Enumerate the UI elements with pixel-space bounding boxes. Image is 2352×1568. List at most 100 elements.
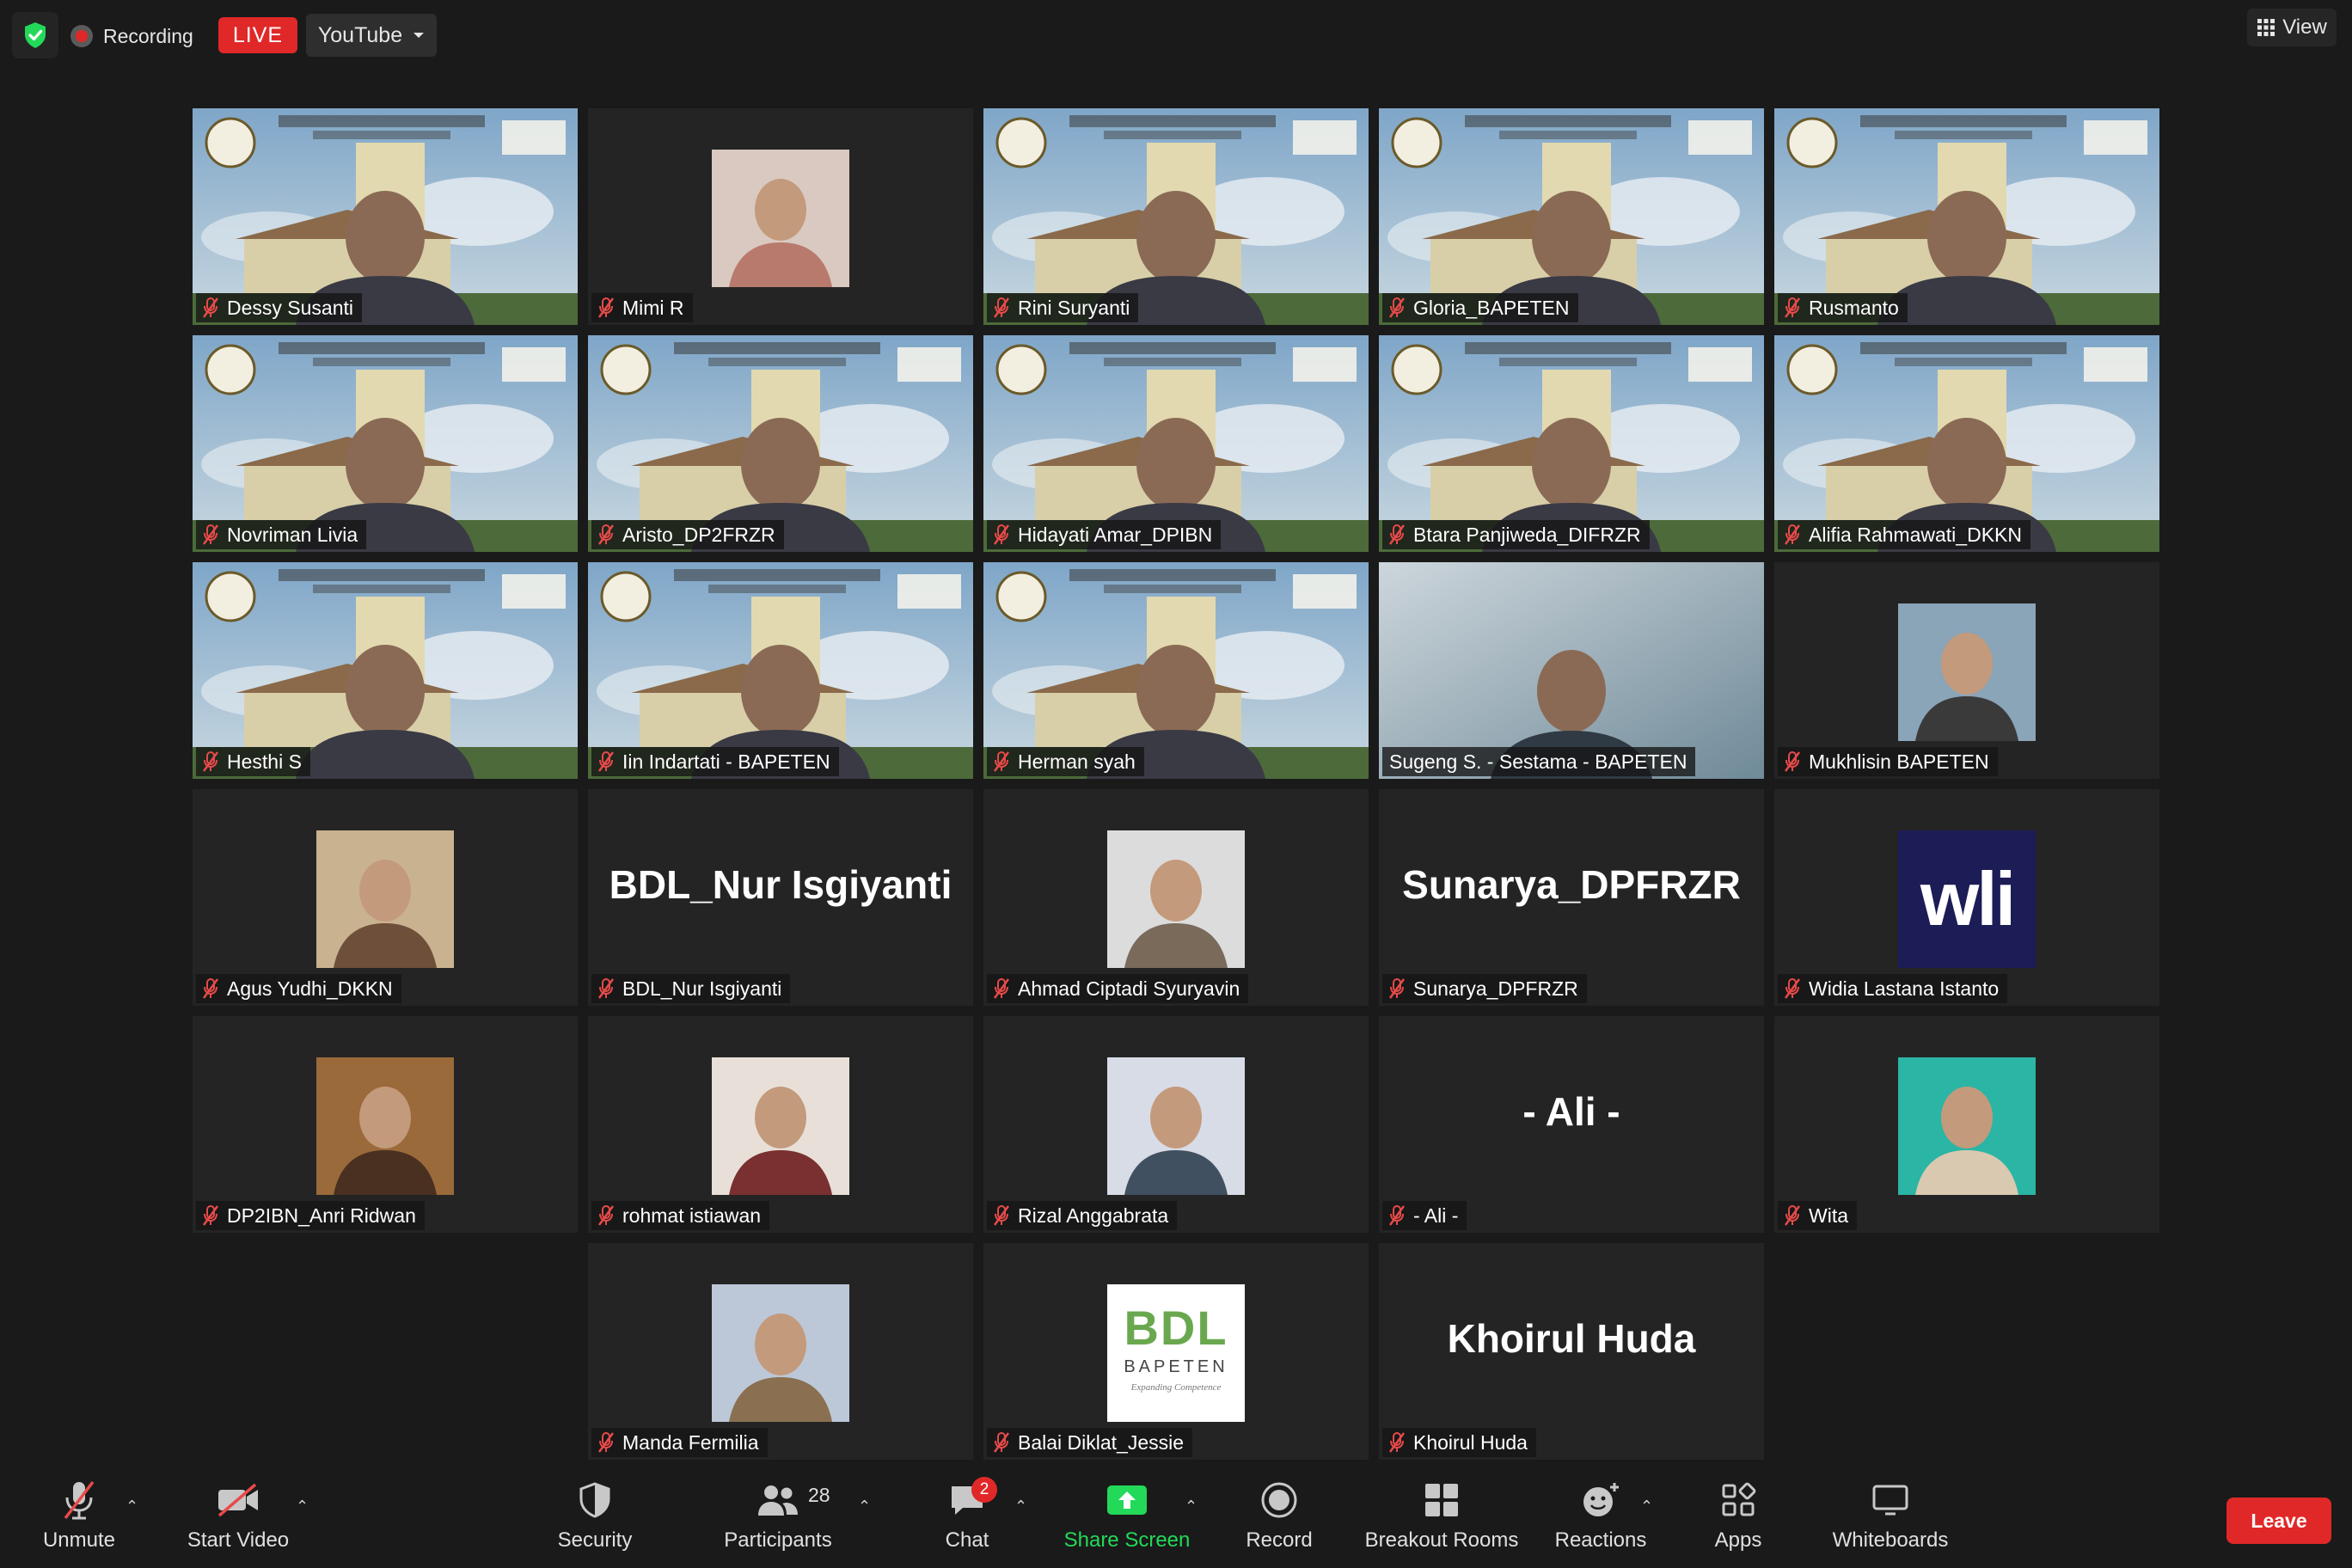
participant-tile[interactable]: Rizal Anggabrata [983,1016,1369,1233]
participant-tile[interactable]: Alifia Rahmawati_DKKN [1774,335,2159,552]
participant-name: Hidayati Amar_DPIBN [1018,523,1213,546]
participant-tile[interactable]: Agus Yudhi_DKKN [193,789,578,1006]
breakout-rooms-icon [1423,1479,1461,1522]
muted-mic-icon [597,1432,615,1453]
participant-tile[interactable]: rohmat istiawan [588,1016,973,1233]
profile-picture [1898,1057,2036,1195]
participant-tile[interactable]: Khoirul Huda Khoirul Huda [1379,1243,1764,1460]
record-button[interactable]: Record [1243,1479,1315,1553]
recording-indicator[interactable]: Recording [70,17,193,55]
muted-mic-icon [202,297,219,318]
participants-button[interactable]: 28 Participants [720,1479,836,1553]
reactions-button[interactable]: Reactions [1554,1479,1647,1553]
security-shield-icon[interactable] [12,12,58,58]
participant-tile[interactable]: Gloria_BAPETEN [1379,108,1764,325]
participant-tile[interactable]: Rini Suryanti [983,108,1369,325]
logo-subtitle: BAPETEN [1124,1357,1228,1376]
video-options-caret-icon[interactable]: ⌃ [296,1498,309,1516]
participant-name: Rizal Anggabrata [1018,1204,1169,1227]
muted-mic-icon [1388,524,1406,545]
participant-name: DP2IBN_Anri Ridwan [227,1204,416,1227]
audio-options-caret-icon[interactable]: ⌃ [126,1498,138,1516]
participant-name-tag: DP2IBN_Anri Ridwan [196,1201,425,1230]
muted-mic-icon [1784,524,1801,545]
start-video-button[interactable]: Start Video [184,1479,292,1553]
start-video-label: Start Video [187,1528,290,1552]
participant-name-tag: Rini Suryanti [987,293,1139,322]
participant-tile[interactable]: Mukhlisin BAPETEN [1774,562,2159,779]
muted-mic-icon [202,1205,219,1226]
participant-tile[interactable]: BDL BAPETEN Expanding Competence Balai Dikl… [983,1243,1369,1460]
participant-tile[interactable]: Ahmad Ciptadi Syuryavin [983,789,1369,1006]
profile-logo: wli [1898,830,2036,968]
participant-name-tag: Balai Diklat_Jessie [987,1428,1193,1457]
apps-button[interactable]: Apps [1711,1479,1766,1553]
participant-display-name: - Ali - [1522,1089,1620,1134]
participant-name: Btara Panjiweda_DIFRZR [1413,523,1641,546]
breakout-rooms-button[interactable]: Breakout Rooms [1362,1479,1522,1553]
participant-tile[interactable]: Dessy Susanti [193,108,578,325]
participant-name-tag: Alifia Rahmawati_DKKN [1778,520,2030,549]
caret-down-icon [413,33,425,38]
participant-tile[interactable]: BDL_Nur Isgiyanti BDL_Nur Isgiyanti [588,789,973,1006]
participant-tile[interactable]: wli Widia Lastana Istanto [1774,789,2159,1006]
chat-button[interactable]: 2 Chat [937,1477,997,1553]
profile-picture [712,1057,849,1195]
participant-tile[interactable]: Sunarya_DPFRZR Sunarya_DPFRZR [1379,789,1764,1006]
participant-tile[interactable]: Novriman Livia [193,335,578,552]
participant-name-tag: Ahmad Ciptadi Syuryavin [987,974,1249,1003]
participant-tile[interactable]: Hesthi S [193,562,578,779]
participant-tile[interactable]: DP2IBN_Anri Ridwan [193,1016,578,1233]
participant-tile[interactable]: Herman syah [983,562,1369,779]
recording-label: Recording [103,24,193,47]
participant-name: Wita [1809,1204,1848,1227]
participants-options-caret-icon[interactable]: ⌃ [858,1498,871,1516]
unmute-button[interactable]: Unmute [38,1479,120,1553]
participant-tile[interactable]: Hidayati Amar_DPIBN [983,335,1369,552]
active-speaker-tile[interactable]: Sugeng S. - Sestama - BAPETEN [1379,562,1764,779]
participant-tile[interactable]: Rusmanto [1774,108,2159,325]
participant-name: Iin Indartati - BAPETEN [622,750,830,773]
share-screen-button[interactable]: Share Screen [1063,1479,1191,1553]
participant-tile[interactable]: Btara Panjiweda_DIFRZR [1379,335,1764,552]
muted-mic-icon [993,1432,1010,1453]
muted-mic-icon [1388,978,1406,999]
muted-mic-icon [1388,1205,1406,1226]
chat-options-caret-icon[interactable]: ⌃ [1014,1498,1027,1516]
muted-mic-icon [202,751,219,772]
apps-label: Apps [1714,1528,1762,1552]
participant-tile[interactable]: - Ali - - Ali - [1379,1016,1764,1233]
muted-mic-icon [993,1205,1010,1226]
security-button[interactable]: Security [550,1479,640,1553]
participant-name-tag: Agus Yudhi_DKKN [196,974,401,1003]
view-button[interactable]: View [2247,9,2337,46]
leave-button[interactable]: Leave [2226,1498,2331,1544]
reactions-label: Reactions [1554,1528,1647,1552]
live-badge[interactable]: LIVE [218,17,297,53]
participant-tile[interactable]: Iin Indartati - BAPETEN [588,562,973,779]
profile-picture [316,830,454,968]
share-options-caret-icon[interactable]: ⌃ [1185,1498,1197,1516]
participant-tile[interactable]: Mimi R [588,108,973,325]
participant-name: Hesthi S [227,750,302,773]
participant-name-tag: Sunarya_DPFRZR [1382,974,1587,1003]
participant-name: Agus Yudhi_DKKN [227,977,393,1000]
whiteboards-button[interactable]: Whiteboards [1828,1479,1953,1553]
participant-tile[interactable]: Aristo_DP2FRZR [588,335,973,552]
record-icon [1260,1479,1298,1522]
participant-tile[interactable]: Wita [1774,1016,2159,1233]
participant-name: - Ali - [1413,1204,1459,1227]
participant-name: Ahmad Ciptadi Syuryavin [1018,977,1240,1000]
participant-tile[interactable]: Manda Fermilia [588,1243,973,1460]
participant-name-tag: Rusmanto [1778,293,1908,322]
participant-name: Sugeng S. - Sestama - BAPETEN [1389,750,1687,773]
view-label: View [2282,15,2327,39]
stream-platform-dropdown[interactable]: YouTube [306,14,437,57]
profile-picture [712,1284,849,1422]
participant-name-tag: Sugeng S. - Sestama - BAPETEN [1382,747,1696,776]
participant-name: rohmat istiawan [622,1204,762,1227]
participant-display-name: BDL_Nur Isgiyanti [609,862,952,907]
record-label: Record [1246,1528,1313,1552]
reactions-options-caret-icon[interactable]: ⌃ [1640,1498,1653,1516]
profile-picture [712,150,849,287]
